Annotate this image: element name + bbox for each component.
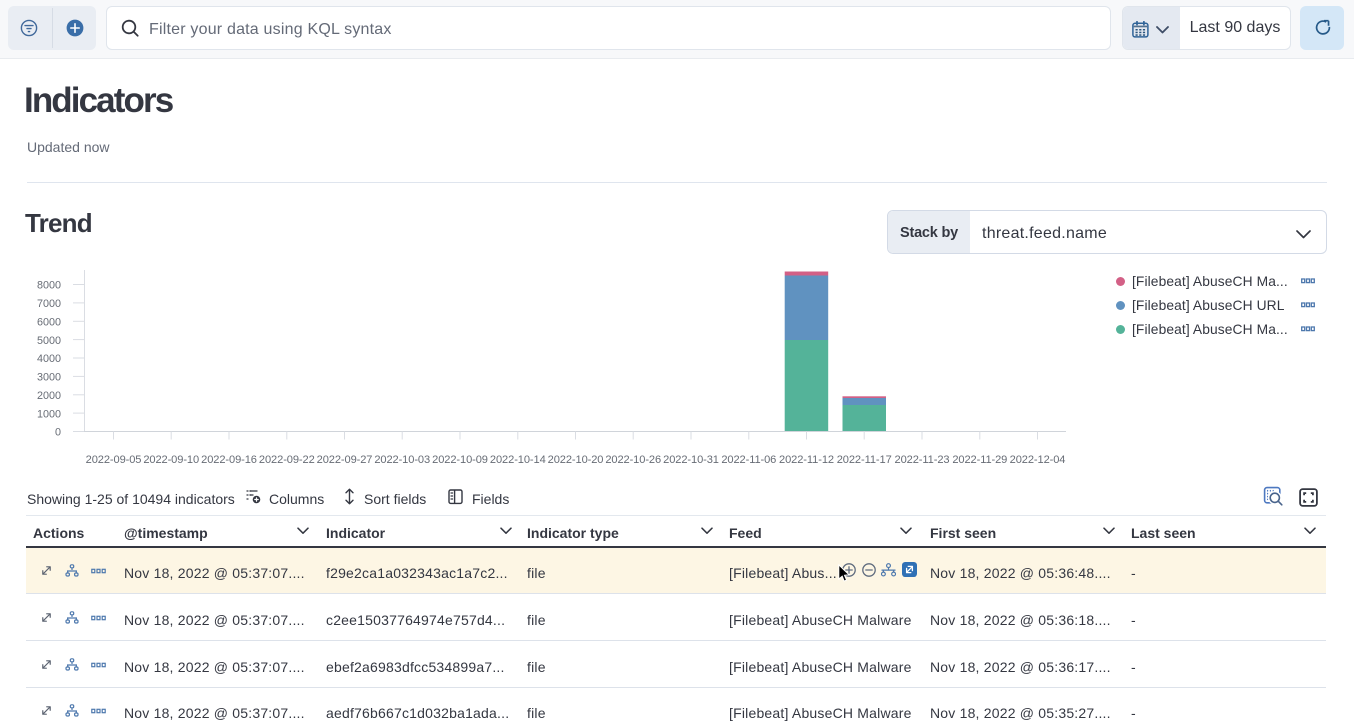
svg-text:2022-11-06: 2022-11-06	[721, 454, 776, 466]
svg-text:1000: 1000	[37, 408, 61, 420]
svg-text:2022-11-12: 2022-11-12	[779, 454, 834, 466]
svg-text:4000: 4000	[37, 353, 61, 365]
svg-text:2022-09-22: 2022-09-22	[259, 454, 315, 466]
svg-text:0: 0	[55, 427, 61, 439]
svg-text:2022-10-20: 2022-10-20	[548, 454, 604, 466]
svg-text:2022-09-05: 2022-09-05	[86, 454, 142, 466]
svg-text:2022-10-03: 2022-10-03	[374, 454, 430, 466]
svg-text:2022-10-31: 2022-10-31	[663, 454, 719, 466]
svg-text:6000: 6000	[37, 317, 61, 329]
svg-text:3000: 3000	[37, 372, 61, 384]
svg-text:2000: 2000	[37, 390, 61, 402]
svg-text:2022-11-23: 2022-11-23	[895, 454, 950, 466]
svg-text:2022-10-26: 2022-10-26	[605, 454, 661, 466]
svg-text:5000: 5000	[37, 335, 61, 347]
svg-text:2022-12-04: 2022-12-04	[1010, 454, 1066, 466]
svg-text:8000: 8000	[37, 280, 61, 292]
svg-text:2022-10-09: 2022-10-09	[432, 454, 488, 466]
svg-text:2022-10-14: 2022-10-14	[490, 454, 546, 466]
svg-text:2022-09-27: 2022-09-27	[317, 454, 373, 466]
svg-text:2022-11-29: 2022-11-29	[952, 454, 1007, 466]
svg-text:2022-09-10: 2022-09-10	[143, 454, 199, 466]
svg-text:2022-09-16: 2022-09-16	[201, 454, 257, 466]
svg-text:7000: 7000	[37, 298, 61, 310]
svg-text:2022-11-17: 2022-11-17	[837, 454, 892, 466]
